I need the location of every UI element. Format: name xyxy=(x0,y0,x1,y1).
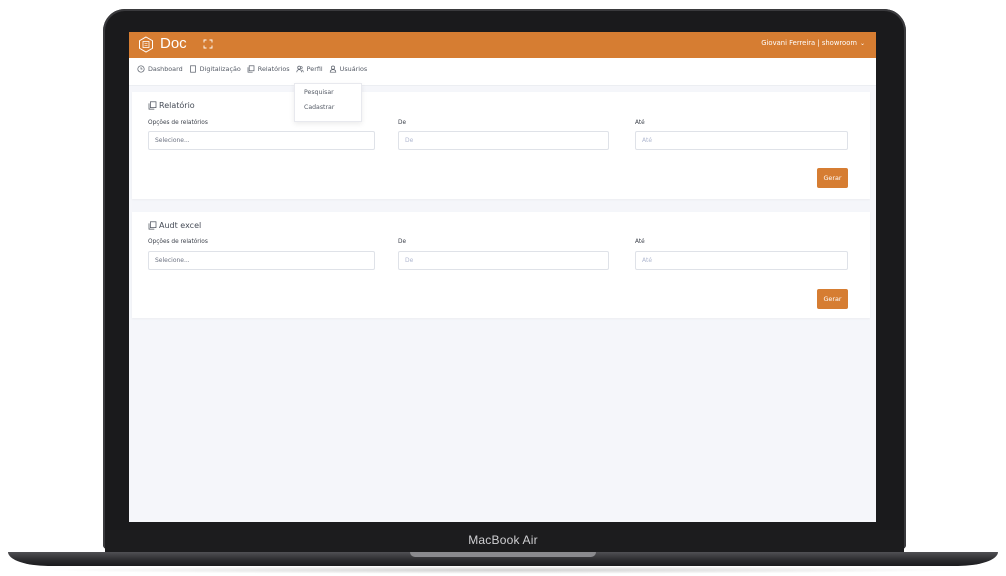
dropdown-item-cadastrar[interactable]: Cadastrar xyxy=(304,104,334,111)
to-date-input[interactable]: Até xyxy=(635,251,848,270)
nav-item-dashboard[interactable]: Dashboard xyxy=(137,65,183,73)
from-placeholder: De xyxy=(405,257,414,264)
from-label: De xyxy=(398,239,407,245)
clock-icon xyxy=(137,65,145,73)
logo-icon xyxy=(139,35,153,53)
nav-label: Relatórios xyxy=(257,65,290,73)
dropdown-item-pesquisar[interactable]: Pesquisar xyxy=(304,89,334,96)
user-icon xyxy=(329,65,336,73)
user-name: Giovani Ferreira | showroom xyxy=(761,39,857,47)
to-placeholder: Até xyxy=(642,257,653,264)
from-date-input[interactable]: De xyxy=(398,251,609,270)
to-label: Até xyxy=(635,239,645,245)
copy-icon xyxy=(148,221,157,230)
copy-icon xyxy=(148,101,157,110)
card-title: Relatório xyxy=(148,101,195,110)
select-value: Selecione... xyxy=(155,257,190,264)
chevron-down-icon: ⌄ xyxy=(859,39,865,47)
generate-button[interactable]: Gerar xyxy=(817,168,848,188)
report-options-select[interactable]: Selecione... xyxy=(148,251,375,270)
to-date-input[interactable]: Até xyxy=(635,131,848,150)
generate-button[interactable]: Gerar xyxy=(817,289,848,309)
book-icon xyxy=(189,65,196,73)
fullscreen-icon[interactable] xyxy=(203,39,213,49)
nav-item-usuarios[interactable]: Usuários xyxy=(329,65,368,73)
to-placeholder: Até xyxy=(642,137,653,144)
brand-name: Doc xyxy=(160,35,187,52)
nav-label: Digitalização xyxy=(199,65,241,73)
copy-icon xyxy=(247,65,255,73)
from-label: De xyxy=(398,120,407,126)
nav-item-perfil[interactable]: Perfil xyxy=(296,65,323,73)
brand[interactable]: Doc xyxy=(138,35,187,53)
nav-label: Usuários xyxy=(339,65,368,73)
options-label: Opções de relatórios xyxy=(148,239,208,245)
card-audt-excel: Audt excel Opções de relatórios Selecion… xyxy=(132,212,870,318)
device-label: MacBook Air xyxy=(468,533,538,547)
topbar: Doc Giovani Ferreira | showroom ⌄ xyxy=(129,32,876,58)
card-relatorio: Relatório Opções de relatórios Selecione… xyxy=(132,92,870,199)
report-options-select[interactable]: Selecione... xyxy=(148,131,375,150)
options-label: Opções de relatórios xyxy=(148,120,208,126)
from-placeholder: De xyxy=(405,137,414,144)
nav-label: Perfil xyxy=(306,65,323,73)
user-menu[interactable]: Giovani Ferreira | showroom ⌄ xyxy=(761,39,865,47)
from-date-input[interactable]: De xyxy=(398,131,609,150)
card-title: Audt excel xyxy=(148,221,201,230)
main-nav: Dashboard Digitalização Relatórios Perfi… xyxy=(129,58,876,86)
to-label: Até xyxy=(635,120,645,126)
card-title-text: Audt excel xyxy=(159,221,202,230)
nav-item-relatorios[interactable]: Relatórios xyxy=(247,65,290,73)
card-title-text: Relatório xyxy=(159,101,195,110)
laptop-shadow xyxy=(40,566,966,574)
nav-label: Dashboard xyxy=(148,65,183,73)
app-screen: Doc Giovani Ferreira | showroom ⌄ Dashbo… xyxy=(129,32,876,522)
laptop-notch xyxy=(410,552,596,557)
users-icon xyxy=(296,65,304,73)
nav-item-digitalizacao[interactable]: Digitalização xyxy=(189,65,241,73)
select-value: Selecione... xyxy=(155,137,190,144)
perfil-dropdown: Pesquisar Cadastrar xyxy=(294,83,362,122)
